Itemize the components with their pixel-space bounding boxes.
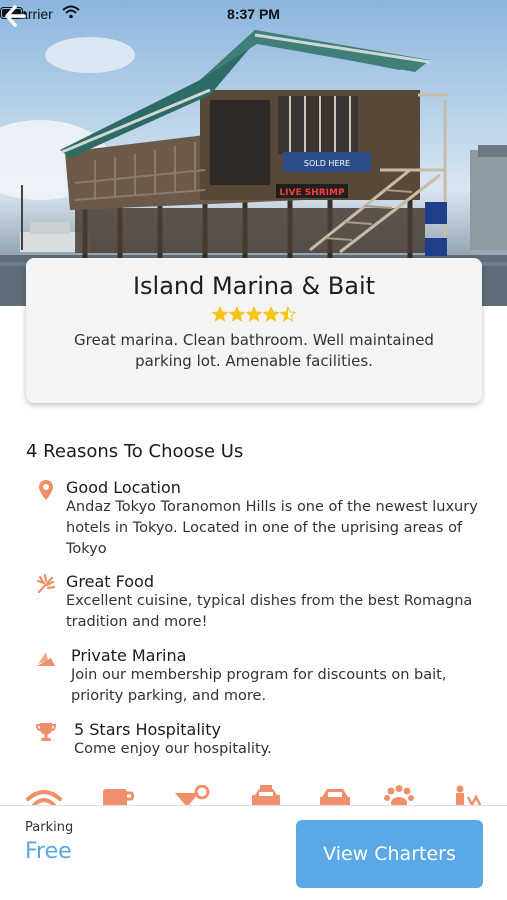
star-icon	[263, 306, 279, 322]
reason-item-hospitality: 5 Stars Hospitality Come enjoy our hospi…	[30, 720, 490, 760]
reasons-heading: 4 Reasons To Choose Us	[26, 441, 244, 462]
location-pin-icon	[39, 480, 53, 500]
spa-icon[interactable]	[450, 785, 484, 807]
reason-description: Come enjoy our hospitality.	[74, 741, 272, 757]
star-icon	[229, 306, 245, 322]
reason-title: 5 Stars Hospitality	[74, 720, 221, 739]
back-arrow-icon[interactable]	[0, 0, 32, 32]
view-charters-button[interactable]: View Charters	[296, 820, 483, 888]
reason-description: Excellent cuisine, typical dishes from t…	[66, 593, 473, 630]
boat-icon	[37, 652, 55, 666]
tickets-sign: SOLD HERE	[304, 159, 350, 168]
reason-title: Good Location	[66, 478, 181, 497]
cocktail-icon[interactable]	[172, 785, 212, 807]
reason-description: Andaz Tokyo Toranomon Hills is one of th…	[66, 499, 478, 557]
reason-item-food: Great Food Excellent cuisine, typical di…	[30, 572, 490, 633]
bottom-bar: Parking Free View Charters	[0, 805, 507, 900]
parking-label: Parking	[25, 820, 74, 835]
trophy-icon	[35, 723, 57, 741]
amenities-row	[0, 781, 507, 807]
reason-title: Private Marina	[71, 646, 187, 665]
star-icon	[212, 306, 228, 322]
reason-item-location: Good Location Andaz Tokyo Toranomon Hill…	[30, 478, 490, 560]
star-icon	[280, 306, 296, 322]
live-shrimp-sign: LIVE SHRIMP	[279, 188, 345, 198]
clock: 8:37 PM	[227, 6, 280, 22]
reason-description: Join our membership program for discount…	[71, 667, 447, 704]
star-icon	[246, 306, 262, 322]
reason-title: Great Food	[66, 572, 154, 591]
rating-stars	[26, 306, 482, 322]
listing-card: Island Marina & Bait Great marina. Clean…	[26, 258, 482, 403]
reason-item-marina: Private Marina Join our membership progr…	[30, 646, 490, 707]
listing-title: Island Marina & Bait	[132, 272, 376, 300]
car-icon[interactable]	[318, 785, 352, 807]
listing-description: Great marina. Clean bathroom. Well maint…	[74, 331, 434, 370]
paw-icon[interactable]	[383, 785, 415, 807]
taxi-icon[interactable]	[250, 785, 282, 807]
parking-value: Free	[25, 839, 72, 864]
food-icon	[36, 573, 56, 594]
coffee-icon[interactable]	[101, 785, 135, 807]
status-bar: Carrier 8:37 PM	[0, 0, 507, 28]
wifi-icon[interactable]	[26, 785, 62, 807]
